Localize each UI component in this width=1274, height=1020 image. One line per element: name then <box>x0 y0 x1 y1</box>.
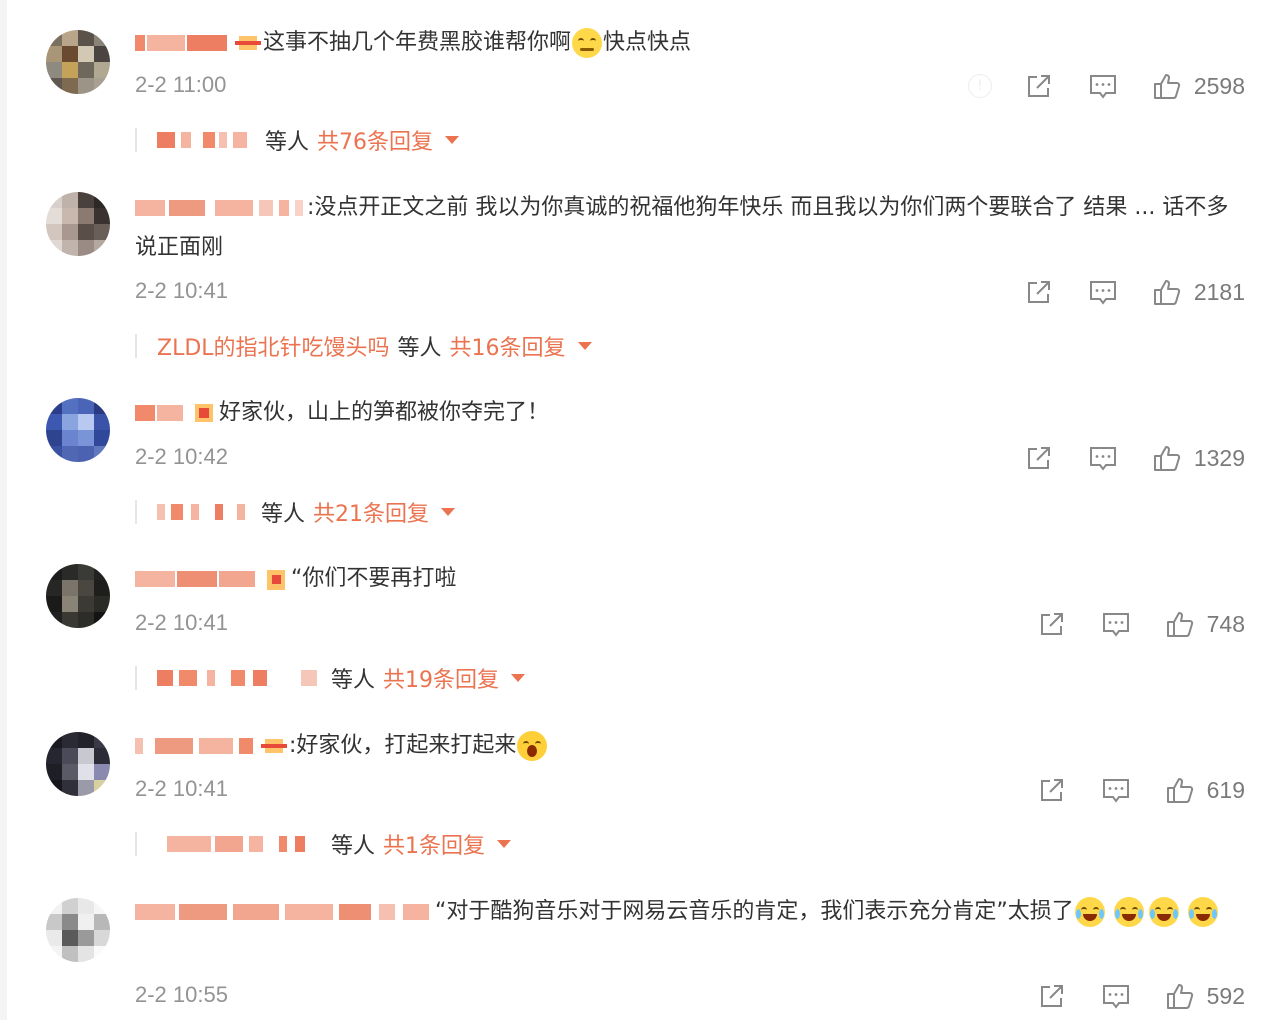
username[interactable] <box>135 735 257 757</box>
member-badge-icon <box>261 735 287 757</box>
comment-line: “对于酷狗音乐对于网易云音乐的肯定，我们表示充分肯定”太损了 <box>135 892 1245 932</box>
username[interactable] <box>135 568 259 590</box>
share-icon[interactable] <box>1037 775 1067 805</box>
report-icon[interactable]: ! <box>967 74 992 98</box>
like-count: 592 <box>1206 982 1245 1009</box>
username[interactable] <box>135 197 307 219</box>
comment-line: 这事不抽几个年费黑胶谁帮你啊 快点快点 <box>135 28 691 58</box>
comment-line: :没点开正文之前 我以为你真诚的祝福他狗年快乐 而且我以为你们两个要联合了 结果… <box>135 188 1245 268</box>
comment-line: “你们不要再打啦 <box>135 565 456 593</box>
share-icon[interactable] <box>1037 981 1067 1011</box>
like-count: 2598 <box>1193 72 1245 99</box>
caret-down-icon[interactable] <box>445 136 460 144</box>
comment-text: :好家伙，打起来打起来 <box>289 733 517 758</box>
comment-text: 这事不抽几个年费黑胶谁帮你啊 <box>263 30 572 55</box>
thumbs-up-icon[interactable] <box>1165 981 1195 1011</box>
caret-down-icon[interactable] <box>441 508 456 516</box>
reply-suffix: 等人 <box>265 130 310 155</box>
thumbs-up-icon[interactable] <box>1165 775 1195 805</box>
thumbs-up-icon[interactable] <box>1152 71 1182 101</box>
tears-of-joy-emoji-icon <box>1148 897 1179 927</box>
caret-down-icon[interactable] <box>497 840 512 848</box>
action-bar: 748 <box>1037 609 1245 639</box>
reply-total[interactable]: 共19条回复 <box>383 662 499 694</box>
caret-down-icon[interactable] <box>511 674 526 682</box>
member-badge-icon <box>235 32 261 54</box>
username[interactable] <box>135 402 187 424</box>
reply-user-name[interactable]: ZLDL的指北针吃馒头吗 <box>157 330 390 362</box>
avatar[interactable] <box>46 732 110 796</box>
action-bar: ! 2598 <box>967 71 1245 101</box>
reply-suffix: 等人 <box>397 336 442 361</box>
comment-icon[interactable] <box>1101 981 1131 1011</box>
like-count: 2181 <box>1193 278 1245 305</box>
username[interactable] <box>135 32 231 54</box>
like-count: 1329 <box>1193 444 1245 471</box>
avatar[interactable] <box>46 564 110 628</box>
comment-icon[interactable] <box>1101 609 1131 639</box>
timestamp: 2-2 10:41 <box>135 278 228 303</box>
screaming-face-emoji-icon <box>517 731 548 761</box>
share-icon[interactable] <box>1024 277 1054 307</box>
left-border <box>0 0 7 1020</box>
comment-text-tail: 快点快点 <box>603 30 692 55</box>
tears-of-joy-emoji-icon <box>1074 897 1105 927</box>
reply-suffix: 等人 <box>331 668 376 693</box>
member-badge-icon <box>191 402 217 424</box>
reply-summary[interactable]: ZLDL的指北针吃馒头吗 等人 共16条回复 <box>135 331 592 361</box>
avatar[interactable] <box>46 898 110 962</box>
reply-total[interactable]: 共76条回复 <box>317 124 433 156</box>
like-count: 619 <box>1206 776 1245 803</box>
share-icon[interactable] <box>1037 609 1067 639</box>
reply-suffix: 等人 <box>261 502 306 527</box>
reply-user-names <box>157 501 251 523</box>
tears-of-joy-emoji-icon <box>1187 897 1218 927</box>
caret-down-icon[interactable] <box>577 342 592 350</box>
like-count: 748 <box>1206 610 1245 637</box>
reply-user-names <box>157 667 327 689</box>
thumbs-up-icon[interactable] <box>1152 443 1182 473</box>
member-badge-icon <box>263 568 289 590</box>
reply-total[interactable]: 共21条回复 <box>313 496 429 528</box>
comment-text: “对于酷狗音乐对于网易云音乐的肯定，我们表示充分肯定”太损了 <box>435 899 1074 924</box>
timestamp: 2-2 10:41 <box>135 610 228 635</box>
comment-text: 好家伙，山上的笋都被你夺完了！ <box>219 400 550 425</box>
comment-icon[interactable] <box>1088 71 1118 101</box>
comment-text: “你们不要再打啦 <box>291 566 457 591</box>
reply-suffix: 等人 <box>331 834 376 859</box>
share-icon[interactable] <box>1024 443 1054 473</box>
avatar[interactable] <box>46 398 110 462</box>
tears-of-joy-emoji-icon <box>1113 897 1144 927</box>
thumbs-up-icon[interactable] <box>1152 277 1182 307</box>
thumbs-up-icon[interactable] <box>1165 609 1195 639</box>
smug-face-emoji-icon <box>572 28 603 58</box>
reply-summary[interactable]: 等人 共1条回复 <box>135 828 512 860</box>
avatar[interactable] <box>46 192 110 256</box>
action-bar: 592 <box>1037 981 1245 1011</box>
comment-line: 好家伙，山上的笋都被你夺完了！ <box>135 399 549 427</box>
share-icon[interactable] <box>1024 71 1054 101</box>
action-bar: 619 <box>1037 775 1245 805</box>
action-bar: 1329 <box>1024 443 1245 473</box>
avatar[interactable] <box>46 30 110 94</box>
username[interactable] <box>135 901 435 923</box>
reply-summary[interactable]: 等人 共76条回复 <box>135 124 460 156</box>
comment-icon[interactable] <box>1088 443 1118 473</box>
timestamp: 2-2 11:00 <box>135 72 227 97</box>
timestamp: 2-2 10:41 <box>135 776 228 801</box>
reply-summary[interactable]: 等人 共21条回复 <box>135 496 456 528</box>
reply-summary[interactable]: 等人 共19条回复 <box>135 662 526 694</box>
reply-total[interactable]: 共16条回复 <box>450 330 566 362</box>
action-bar: 2181 <box>1024 277 1245 307</box>
timestamp: 2-2 10:42 <box>135 444 228 469</box>
reply-user-names <box>167 833 327 855</box>
reply-total[interactable]: 共1条回复 <box>383 828 485 860</box>
comment-icon[interactable] <box>1101 775 1131 805</box>
reply-user-names <box>157 129 251 151</box>
comment-icon[interactable] <box>1088 277 1118 307</box>
comment-line: :好家伙，打起来打起来 <box>135 731 548 761</box>
timestamp: 2-2 10:55 <box>135 982 228 1007</box>
